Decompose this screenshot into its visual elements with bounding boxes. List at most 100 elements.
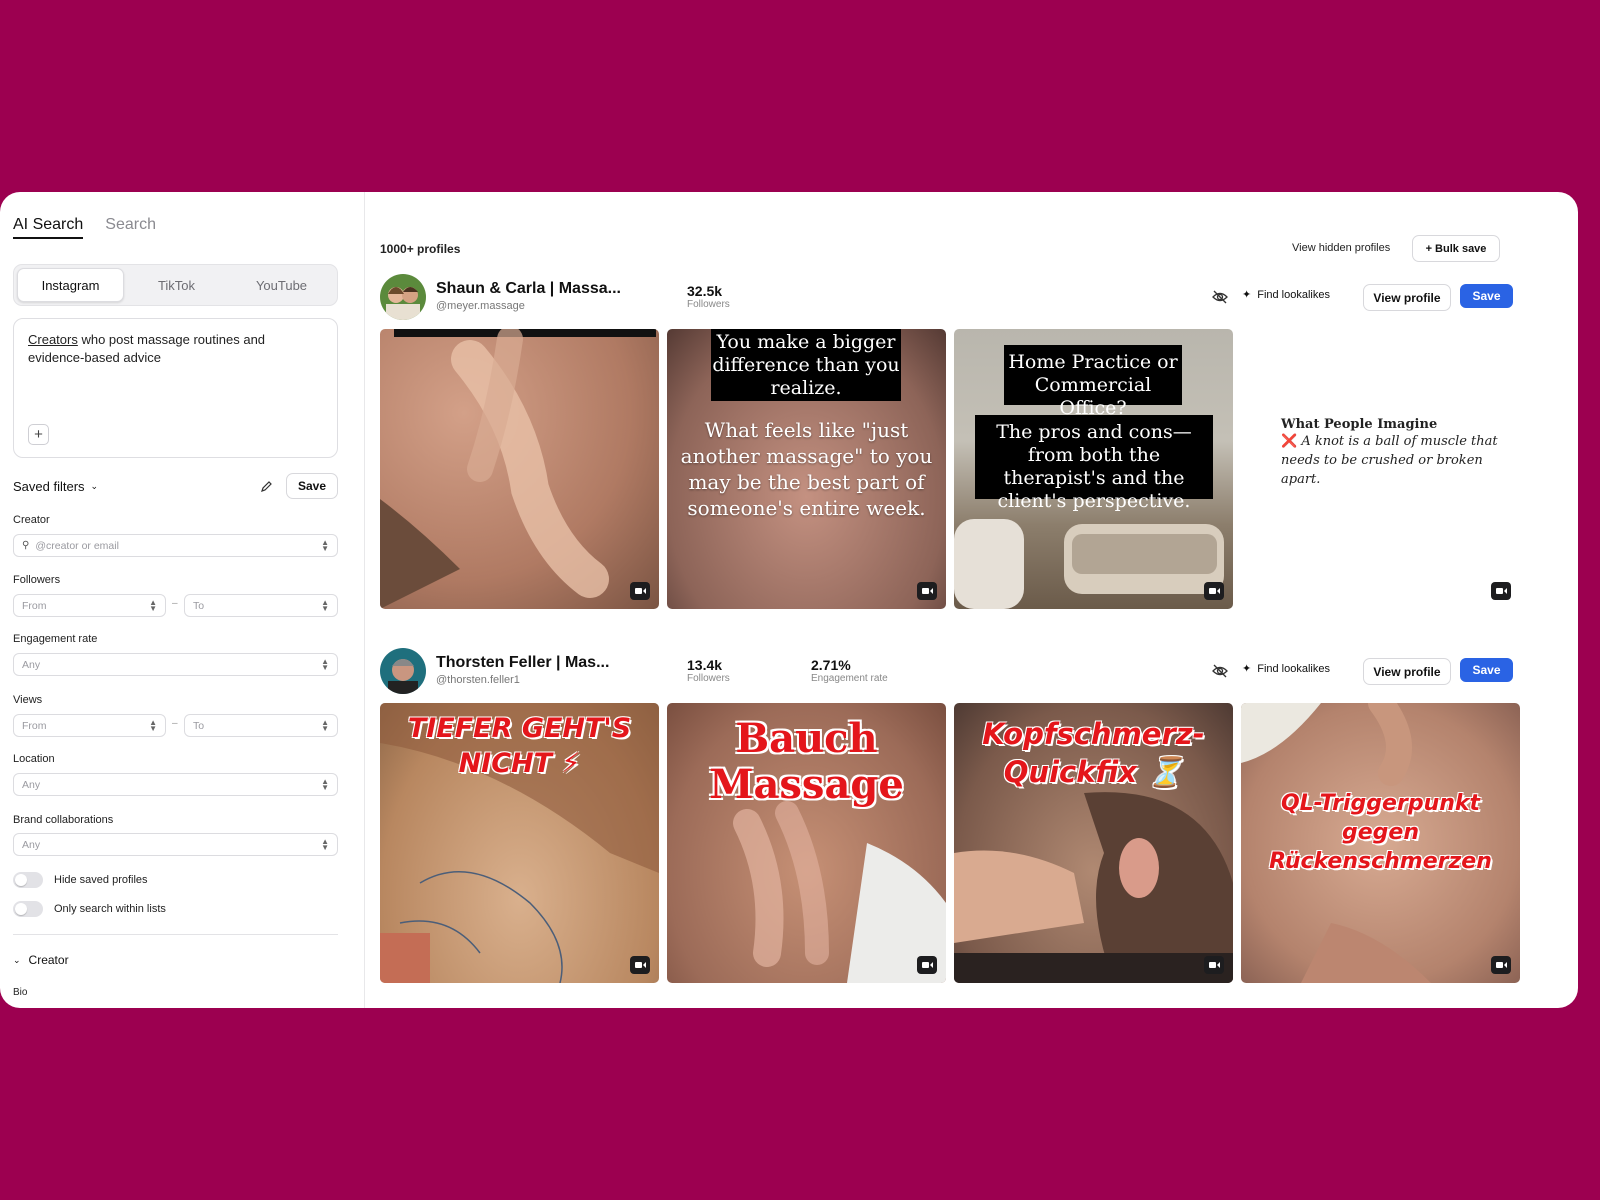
creator-filter-label: Creator bbox=[13, 514, 50, 526]
find-lookalikes-button[interactable]: ✦ Find lookalikes bbox=[1242, 662, 1330, 676]
followers-from-select[interactable]: From ▲ ▼ bbox=[13, 594, 166, 617]
view-hidden-profiles-link[interactable]: View hidden profiles bbox=[1292, 242, 1390, 254]
brand-select[interactable]: Any ▲ ▼ bbox=[13, 833, 338, 856]
views-from-value: From bbox=[22, 719, 47, 732]
chevron-updown-icon: ▲ ▼ bbox=[321, 537, 329, 553]
eye-off-icon[interactable] bbox=[1211, 662, 1229, 680]
avatar[interactable] bbox=[380, 274, 426, 320]
chevron-updown-icon: ▲ ▼ bbox=[321, 656, 329, 672]
chevron-down-icon: ⌄ bbox=[90, 480, 99, 491]
thumbnail-caption: What feels like "just another massage" t… bbox=[680, 418, 933, 520]
followers-from-value: From bbox=[22, 599, 47, 612]
post-thumbnail[interactable]: What People Imagine ❌ A knot is a ball o… bbox=[1241, 329, 1520, 609]
views-from-select[interactable]: From ▲ ▼ bbox=[13, 714, 166, 737]
view-profile-button[interactable]: View profile bbox=[1363, 284, 1451, 311]
followers-stat: 13.4k Followers bbox=[687, 657, 730, 684]
engagement-filter-label: Engagement rate bbox=[13, 633, 98, 645]
profile-name[interactable]: Shaun & Carla | Massa... bbox=[436, 280, 621, 298]
hide-saved-toggle-row: Hide saved profiles bbox=[13, 872, 148, 888]
chevron-down-icon: ⌄ bbox=[13, 954, 21, 965]
thumbnail-caption: What People Imagine bbox=[1281, 417, 1438, 432]
save-profile-button[interactable]: Save bbox=[1460, 284, 1513, 308]
hide-saved-label: Hide saved profiles bbox=[54, 874, 148, 886]
brand-filter-label: Brand collaborations bbox=[13, 814, 114, 826]
profile-card: Shaun & Carla | Massa... @meyer.massage … bbox=[380, 274, 1520, 609]
only-lists-toggle-row: Only search within lists bbox=[13, 901, 166, 917]
post-thumbnail[interactable]: QL-Triggerpunkt gegen Rückenschmerzen bbox=[1241, 703, 1520, 983]
location-select[interactable]: Any ▲ ▼ bbox=[13, 773, 338, 796]
thumbnail-caption: Bauch bbox=[735, 715, 878, 762]
chevron-updown-icon: ▲ ▼ bbox=[149, 597, 157, 613]
profile-handle: @thorsten.feller1 bbox=[436, 674, 520, 686]
post-thumbnails: You make a bigger difference than you re… bbox=[380, 329, 1520, 609]
followers-label: Followers bbox=[687, 299, 730, 310]
platform-tiktok[interactable]: TikTok bbox=[124, 268, 229, 302]
thumbnail-caption: Massage bbox=[709, 761, 904, 808]
add-button[interactable]: + bbox=[28, 424, 49, 445]
prompt-keyword: Creators bbox=[28, 332, 78, 347]
profile-name[interactable]: Thorsten Feller | Mas... bbox=[436, 654, 609, 672]
sparkle-icon: ✦ bbox=[1242, 663, 1252, 675]
sidebar-divider bbox=[13, 934, 338, 935]
post-thumbnail[interactable]: Home Practice or Commercial Office? The … bbox=[954, 329, 1233, 609]
saved-filters-dropdown[interactable]: Saved filters ⌄ bbox=[13, 479, 98, 494]
save-profile-button[interactable]: Save bbox=[1460, 658, 1513, 682]
only-lists-label: Only search within lists bbox=[54, 903, 166, 915]
ai-prompt-input[interactable]: Creators who post massage routines and e… bbox=[13, 318, 338, 458]
save-filters-button[interactable]: Save bbox=[286, 473, 338, 499]
platform-instagram[interactable]: Instagram bbox=[17, 268, 124, 302]
video-camera-icon bbox=[1491, 582, 1511, 600]
engagement-label: Engagement rate bbox=[811, 673, 888, 684]
saved-filters-label: Saved filters bbox=[13, 478, 85, 494]
avatar[interactable] bbox=[380, 648, 426, 694]
followers-stat: 32.5k Followers bbox=[687, 283, 730, 310]
eye-off-icon[interactable] bbox=[1211, 288, 1229, 306]
post-thumbnail[interactable] bbox=[380, 329, 659, 609]
creator-search-input[interactable]: ⚲ @creator or email ▲ ▼ bbox=[13, 534, 338, 557]
only-lists-toggle[interactable] bbox=[13, 901, 43, 917]
views-to-value: To bbox=[193, 719, 205, 732]
range-dash: – bbox=[172, 598, 178, 609]
chevron-updown-icon: ▲ ▼ bbox=[149, 717, 157, 733]
creator-section-title: Creator bbox=[28, 953, 69, 967]
profile-card: Thorsten Feller | Mas... @thorsten.felle… bbox=[380, 648, 1520, 983]
find-lookalikes-button[interactable]: ✦ Find lookalikes bbox=[1242, 288, 1330, 302]
results-panel: 1000+ profiles View hidden profiles + Bu… bbox=[365, 192, 1578, 1008]
followers-value: 13.4k bbox=[687, 657, 723, 673]
bio-label: Bio bbox=[13, 987, 28, 998]
followers-label: Followers bbox=[687, 673, 730, 684]
post-thumbnail[interactable]: Bauch Massage bbox=[667, 703, 946, 983]
profile-handle: @meyer.massage bbox=[436, 300, 525, 312]
chevron-updown-icon: ▲ ▼ bbox=[321, 597, 329, 613]
video-camera-icon bbox=[630, 582, 650, 600]
followers-to-value: To bbox=[193, 599, 205, 612]
thumbnail-quote: What People Imagine ❌ A knot is a ball o… bbox=[1281, 417, 1501, 489]
tab-search[interactable]: Search bbox=[105, 216, 156, 239]
brand-value: Any bbox=[22, 838, 41, 851]
post-thumbnail[interactable]: You make a bigger difference than you re… bbox=[667, 329, 946, 609]
pencil-icon[interactable] bbox=[258, 478, 274, 494]
creator-section-header[interactable]: ⌄ Creator bbox=[13, 953, 69, 967]
platform-youtube[interactable]: YouTube bbox=[229, 268, 334, 302]
results-count: 1000+ profiles bbox=[380, 242, 461, 256]
hide-saved-toggle[interactable] bbox=[13, 872, 43, 888]
find-lookalikes-label: Find lookalikes bbox=[1257, 288, 1330, 301]
video-camera-icon bbox=[917, 582, 937, 600]
profile-header: Thorsten Feller | Mas... @thorsten.felle… bbox=[380, 648, 1513, 698]
engagement-select[interactable]: Any ▲ ▼ bbox=[13, 653, 338, 676]
views-to-select[interactable]: To ▲ ▼ bbox=[184, 714, 338, 737]
video-camera-icon bbox=[630, 956, 650, 974]
engagement-stat: 2.71% Engagement rate bbox=[811, 657, 888, 684]
search-icon: ⚲ bbox=[22, 540, 30, 551]
tab-ai-search[interactable]: AI Search bbox=[13, 216, 84, 239]
location-filter-label: Location bbox=[13, 753, 55, 765]
thumbnail-caption: A knot is a ball of muscle that needs to… bbox=[1281, 434, 1498, 487]
bulk-save-button[interactable]: + Bulk save bbox=[1412, 235, 1500, 262]
view-profile-button[interactable]: View profile bbox=[1363, 658, 1451, 685]
post-thumbnail[interactable]: TIEFER GEHT'S NICHT ⚡ bbox=[380, 703, 659, 983]
range-dash: – bbox=[172, 718, 178, 729]
mode-tabs: AI Search Search bbox=[13, 216, 156, 239]
followers-to-select[interactable]: To ▲ ▼ bbox=[184, 594, 338, 617]
post-thumbnail[interactable]: Kopfschmerz-Quickfix ⏳ bbox=[954, 703, 1233, 983]
post-thumbnails: TIEFER GEHT'S NICHT ⚡ Bauch Massage Kopf… bbox=[380, 703, 1520, 983]
